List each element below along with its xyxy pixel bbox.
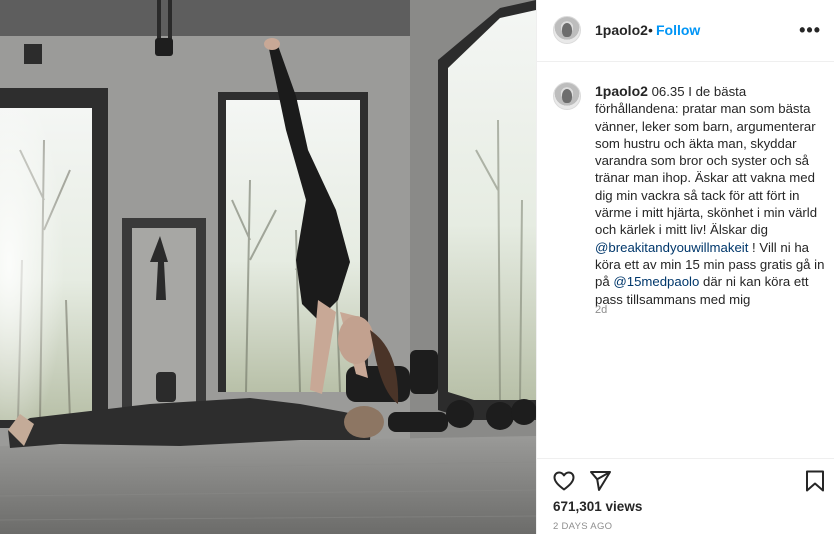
caption-username-link[interactable]: 1paolo2: [595, 83, 648, 99]
post-actions: 671,301 views 2 DAYS AGO: [537, 458, 834, 534]
username-link[interactable]: 1paolo2: [595, 22, 648, 38]
bookmark-icon[interactable]: [803, 469, 827, 493]
caption-body-1: 06.35 I de bästa förhållandena: pratar m…: [595, 84, 818, 238]
separator-dot: •: [648, 22, 653, 38]
mention-link-15medpaolo[interactable]: @15medpaolo: [613, 274, 699, 289]
post-side-panel: 1paolo2 • Follow ••• 1paolo2 06.35 I de …: [536, 0, 834, 534]
post-video[interactable]: [0, 0, 536, 534]
video-frame: [0, 0, 536, 534]
avatar[interactable]: [553, 16, 581, 44]
post-header: 1paolo2 • Follow •••: [537, 0, 834, 62]
paper-plane-icon[interactable]: [588, 469, 612, 493]
caption-avatar[interactable]: [553, 82, 581, 110]
view-count[interactable]: 671,301 views: [553, 499, 642, 514]
caption-age: 2d: [595, 304, 608, 316]
caption-text: 1paolo2 06.35 I de bästa förhållandena: …: [595, 83, 827, 308]
follow-button[interactable]: Follow: [656, 22, 700, 38]
post-date[interactable]: 2 DAYS AGO: [553, 521, 612, 532]
heart-icon[interactable]: [552, 469, 576, 493]
ellipsis-icon[interactable]: •••: [799, 20, 821, 41]
mention-link-breakitandyouwillmakeit[interactable]: @breakitandyouwillmakeit: [595, 240, 748, 255]
